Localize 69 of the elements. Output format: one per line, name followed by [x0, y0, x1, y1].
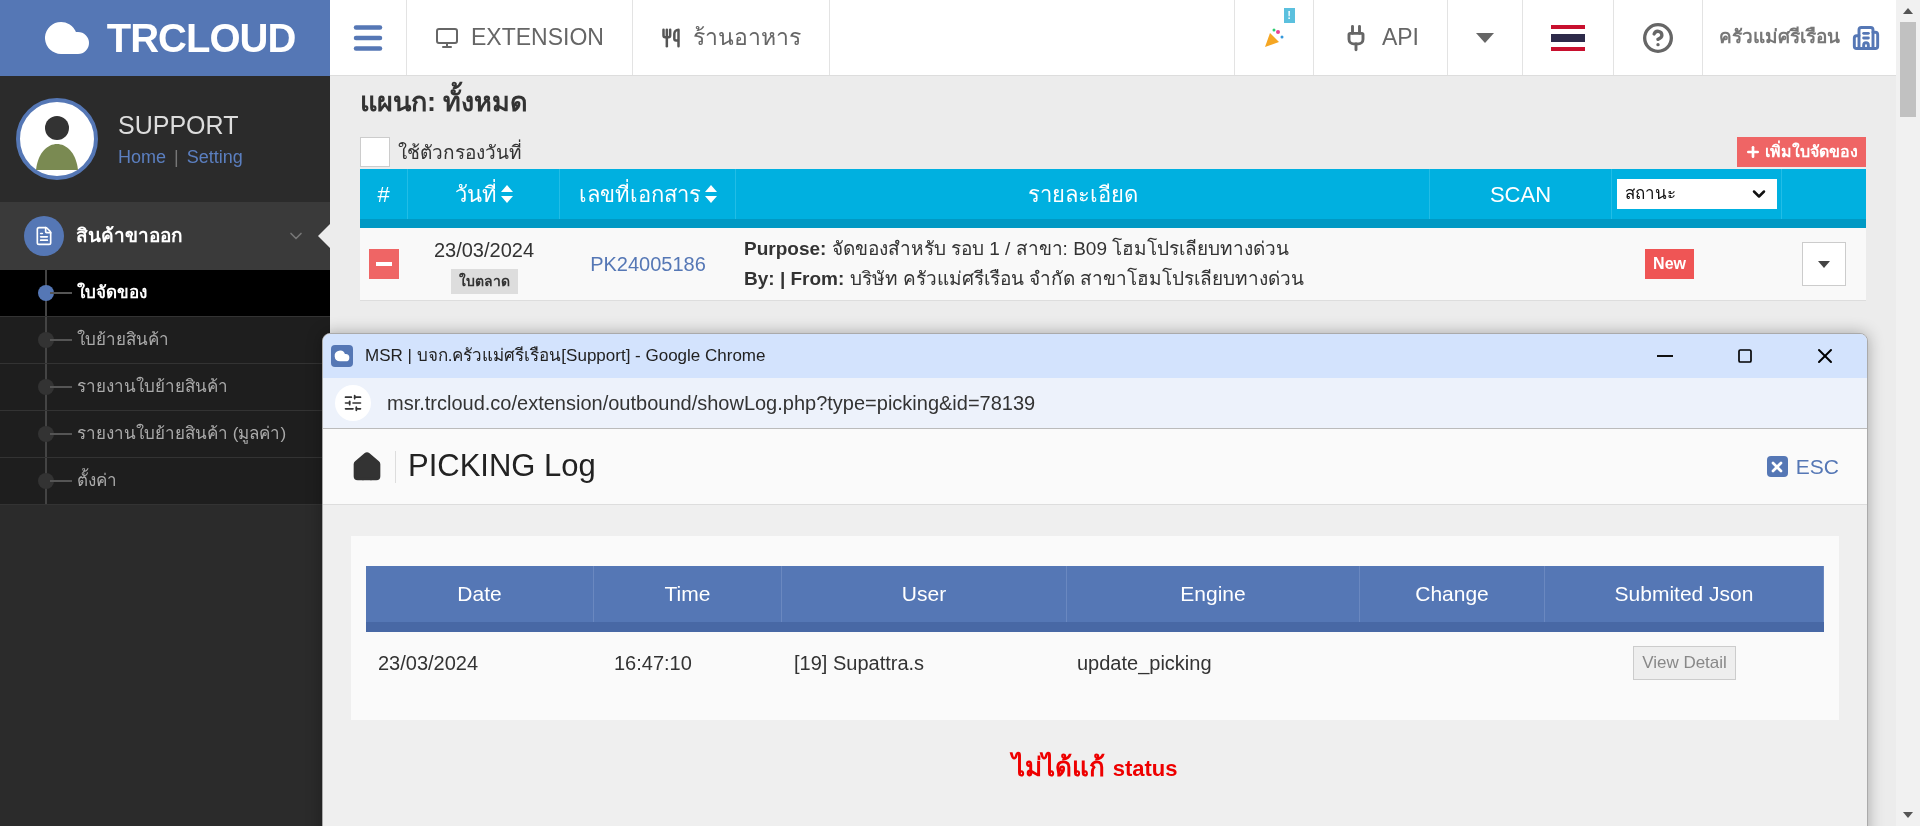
- column-header[interactable]: รายละเอียด: [736, 169, 1430, 219]
- add-button[interactable]: เพิ่มใบจัดของ: [1737, 137, 1866, 167]
- flag-icon: [1551, 24, 1585, 51]
- setting-link[interactable]: Setting: [186, 144, 243, 172]
- active-pointer-icon: [318, 224, 330, 248]
- caret-icon: [1818, 260, 1830, 268]
- notification-badge: !: [1283, 8, 1295, 23]
- column-header: Date: [366, 566, 594, 622]
- monitor-icon: [435, 25, 459, 50]
- page-title: แผนก: ทั้งหมด: [360, 82, 1866, 120]
- profile-name: SUPPORT: [118, 109, 240, 141]
- column-header: Submited Json: [1545, 566, 1824, 622]
- group-label: สินค้าขาออก: [76, 223, 184, 248]
- column-header[interactable]: SCAN: [1430, 169, 1612, 219]
- view-detail-button[interactable]: View Detail: [1633, 646, 1736, 680]
- sort-icon: [704, 185, 717, 203]
- nav-item[interactable]: API: [1312, 0, 1447, 75]
- party-popper-icon: [1262, 26, 1285, 49]
- cloud-icon: [334, 348, 350, 364]
- home-link[interactable]: Home: [118, 144, 166, 172]
- caret-icon: [1476, 32, 1494, 43]
- utensils-icon: [660, 27, 681, 48]
- table-cell-text: 16:47:10: [613, 651, 693, 676]
- column-header[interactable]: เลขที่เอกสาร: [560, 169, 736, 219]
- document-link[interactable]: PK24005186: [590, 249, 706, 279]
- column-header: User: [782, 566, 1067, 622]
- log-heading: PICKING Log: [408, 447, 597, 486]
- sidebar-item[interactable]: ใบจัดของ: [0, 270, 330, 317]
- date-filter-checkbox[interactable]: [360, 137, 390, 167]
- scrollbar-thumb[interactable]: [1900, 22, 1916, 117]
- purpose-text: Purpose: จัดของสำหรับ รอบ 1 / สาขา: B09 โฮมโปรเลียบทางด่วน: [744, 236, 1291, 261]
- plus-icon: [1745, 144, 1761, 160]
- site-settings-icon: [343, 393, 363, 413]
- scroll-up-icon[interactable]: [1903, 8, 1913, 14]
- table-cell-text: 23/03/2024: [377, 651, 480, 676]
- url-text[interactable]: msr.trcloud.co/extension/outbound/showLog.php?type=picking&id=78139: [387, 388, 1036, 418]
- column-header[interactable]: #: [360, 169, 408, 219]
- esc-button[interactable]: ESC: [1766, 450, 1839, 483]
- home-icon: [351, 450, 383, 483]
- document-icon: [34, 226, 54, 246]
- date-cell-text: 23/03/2024: [433, 237, 535, 263]
- logo[interactable]: TRCLOUD: [106, 8, 296, 68]
- nav-item[interactable]: ร้านอาหาร: [632, 0, 830, 75]
- close-icon: [1766, 456, 1788, 477]
- tag: ใบตลาด: [450, 268, 518, 294]
- maximize-icon: [1737, 348, 1753, 364]
- sidebar-group[interactable]: สินค้าขาออก: [0, 202, 330, 270]
- scrollbar[interactable]: [1896, 0, 1920, 826]
- remove-button[interactable]: [369, 249, 399, 279]
- column-header: Change: [1360, 566, 1545, 622]
- minimize-icon: [1657, 355, 1673, 357]
- column-header: Time: [594, 566, 782, 622]
- column-header[interactable]: วันที่: [408, 169, 560, 219]
- table-cell-text: update_picking: [1076, 651, 1213, 677]
- minus-icon: [376, 262, 392, 266]
- column-header: Engine: [1067, 566, 1360, 622]
- date-filter-label: ใช้ตัวกรองวันที่: [398, 138, 522, 165]
- status-badge: New: [1645, 249, 1694, 279]
- nav-item[interactable]: EXTENSION: [407, 0, 633, 75]
- scroll-down-icon[interactable]: [1903, 812, 1913, 818]
- window-title: MSR | บจก.ครัวแม่ศรีเรือน[Support] - Google Chrome: [365, 345, 767, 368]
- from-text: By: | From: บริษัท ครัวแม่ศรีเรือน จำกัด สาขาโฮมโปรเลียบทางด่วน: [744, 266, 1306, 291]
- sidebar-item[interactable]: ใบย้ายสินค้า: [0, 317, 330, 364]
- help-icon: [1642, 21, 1674, 54]
- table-cell-text: [19] Supattra.s: [793, 651, 926, 676]
- status-select[interactable]: สถานะ: [1616, 179, 1777, 209]
- row-menu-button[interactable]: [1802, 242, 1846, 286]
- separator: |: [174, 146, 179, 170]
- sort-icon: [500, 185, 513, 203]
